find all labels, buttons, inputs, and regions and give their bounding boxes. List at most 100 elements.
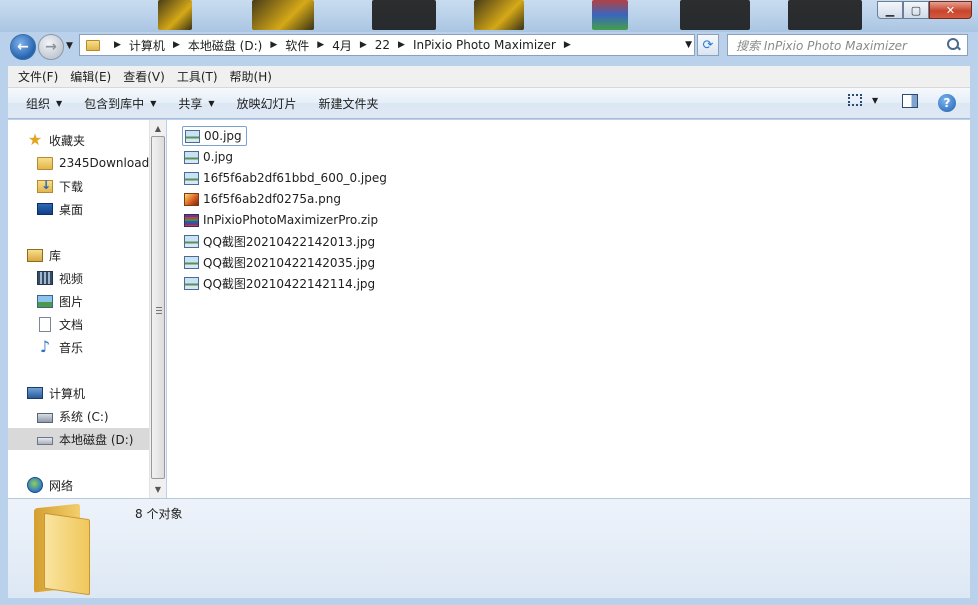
slideshow-button[interactable]: 放映幻灯片 [229,95,311,112]
nav-item-downloads[interactable]: 下载 [8,175,149,197]
list-item[interactable]: QQ截图20210422142114.jpg [182,273,379,293]
png-file-icon [184,192,199,206]
new-folder-button[interactable]: 新建文件夹 [311,95,393,112]
nav-favorites-label: 收藏夹 [49,133,86,148]
computer-icon [27,387,43,399]
nav-item-2345downloads[interactable]: 2345Downloads [8,152,149,174]
list-item[interactable]: 16f5f6ab2df61bbd_600_0.jpeg [182,168,391,188]
background-thumbnail [372,0,436,30]
change-view-button[interactable]: ▼ [848,94,878,106]
breadcrumb-item[interactable]: 4月 [332,37,352,54]
image-file-icon [184,150,199,164]
search-placeholder: 搜索 InPixio Photo Maximizer [736,38,907,53]
close-button[interactable]: ✕ [929,1,972,19]
list-item[interactable]: 00.jpg [182,126,247,146]
nav-item-label: 本地磁盘 (D:) [59,432,134,447]
breadcrumb-item[interactable]: 本地磁盘 (D:) [188,37,262,54]
arrow-left-icon: ← [17,39,29,55]
list-item[interactable]: QQ截图20210422142013.jpg [182,231,379,251]
chevron-right-icon[interactable]: ▶ [270,40,277,50]
nav-item-music[interactable]: ♪ 音乐 [8,336,149,358]
include-library-button[interactable]: 包含到库中 ▼ [76,95,170,112]
navigation-row: ← → ▼ ▶ 计算机 ▶ 本地磁盘 (D:) ▶ 软件 ▶ 4月 ▶ 22 ▶… [0,32,978,60]
chevron-right-icon[interactable]: ▶ [360,40,367,50]
views-icon [848,94,862,106]
nav-item-videos[interactable]: 视频 [8,267,149,289]
background-thumbnail [788,0,862,30]
menu-tools[interactable]: 工具(T) [171,68,224,85]
chevron-right-icon[interactable]: ▶ [564,40,571,50]
image-file-icon [184,171,199,185]
nav-computer[interactable]: 计算机 [8,382,149,404]
menu-edit[interactable]: 编辑(E) [64,68,117,85]
folder-icon [86,39,100,51]
background-thumbnail [158,0,192,30]
image-file-icon [185,129,200,143]
nav-libraries[interactable]: 库 [8,244,149,266]
organize-button[interactable]: 组织 ▼ [18,95,76,112]
caret-down-icon: ▼ [150,98,157,108]
forward-button[interactable]: → [38,34,64,60]
list-item[interactable]: QQ截图20210422142035.jpg [182,252,379,272]
nav-item-desktop[interactable]: 桌面 [8,198,149,220]
nav-favorites[interactable]: ★ 收藏夹 [8,129,149,151]
preview-pane-button[interactable] [902,94,918,108]
scroll-thumb[interactable] [151,136,165,479]
chevron-right-icon[interactable]: ▶ [398,40,405,50]
star-icon: ★ [27,130,43,149]
menu-file[interactable]: 文件(F) [12,68,64,85]
breadcrumb-item[interactable]: 计算机 [129,37,165,54]
nav-item-pictures[interactable]: 图片 [8,290,149,312]
nav-item-label: 音乐 [59,340,84,355]
nav-item-drive-d[interactable]: 本地磁盘 (D:) [8,428,149,450]
scroll-up-button[interactable]: ▲ [150,120,166,136]
nav-item-drive-c[interactable]: 系统 (C:) [8,405,149,427]
chevron-right-icon[interactable]: ▶ [317,40,324,50]
music-note-icon: ♪ [39,337,51,356]
navigation-scrollbar[interactable]: ▲ ▼ [149,120,166,498]
list-item[interactable]: 0.jpg [182,147,237,167]
breadcrumb-item[interactable]: 软件 [285,37,309,54]
library-icon [27,248,43,262]
nav-item-label: 视频 [59,271,84,286]
preview-pane-icon [902,94,918,108]
chevron-right-icon[interactable]: ▶ [114,40,121,50]
search-icon[interactable] [945,36,963,54]
chevron-right-icon[interactable]: ▶ [173,40,180,50]
menu-help[interactable]: 帮助(H) [224,68,278,85]
refresh-button[interactable]: ⟳ [697,34,719,56]
nav-libraries-label: 库 [49,248,62,263]
file-name: 16f5f6ab2df61bbd_600_0.jpeg [203,171,387,185]
breadcrumb-item[interactable]: 22 [375,38,390,52]
list-item[interactable]: InPixioPhotoMaximizerPro.zip [182,210,382,230]
share-button[interactable]: 共享 ▼ [170,95,228,112]
nav-computer-label: 计算机 [49,386,86,401]
image-file-icon [184,276,199,290]
breadcrumb-item[interactable]: InPixio Photo Maximizer [413,38,556,52]
back-button[interactable]: ← [10,34,36,60]
file-name: InPixioPhotoMaximizerPro.zip [203,213,379,227]
command-bar: 组织 ▼ 包含到库中 ▼ 共享 ▼ 放映幻灯片 新建文件夹 ▼ ? [8,88,970,119]
title-bar: ▁ ▢ ✕ [0,0,978,32]
help-button[interactable]: ? [938,94,956,112]
nav-network[interactable]: 网络 [8,474,149,496]
caret-down-icon: ▼ [208,98,215,108]
minimize-button[interactable]: ▁ [877,1,903,19]
address-bar[interactable]: ▶ 计算机 ▶ 本地磁盘 (D:) ▶ 软件 ▶ 4月 ▶ 22 ▶ InPix… [79,34,695,56]
list-item[interactable]: 16f5f6ab2df0275a.png [182,189,345,209]
menu-bar: 文件(F) 编辑(E) 查看(V) 工具(T) 帮助(H) [8,66,970,88]
window-controls: ▁ ▢ ✕ [877,1,972,19]
search-input[interactable]: 搜索 InPixio Photo Maximizer [727,34,968,56]
recent-pages-dropdown[interactable]: ▼ [66,41,73,51]
picture-icon [37,294,53,308]
maximize-button[interactable]: ▢ [903,1,929,19]
nav-item-label: 2345Downloads [59,156,149,170]
nav-item-label: 下载 [59,179,84,194]
nav-item-documents[interactable]: 文档 [8,313,149,335]
address-history-dropdown[interactable]: ▼ [685,40,692,50]
menu-view[interactable]: 查看(V) [117,68,171,85]
share-label: 共享 [178,96,203,111]
nav-item-label: 图片 [59,294,84,309]
folder-icon [34,503,96,596]
scroll-down-button[interactable]: ▼ [150,481,166,497]
